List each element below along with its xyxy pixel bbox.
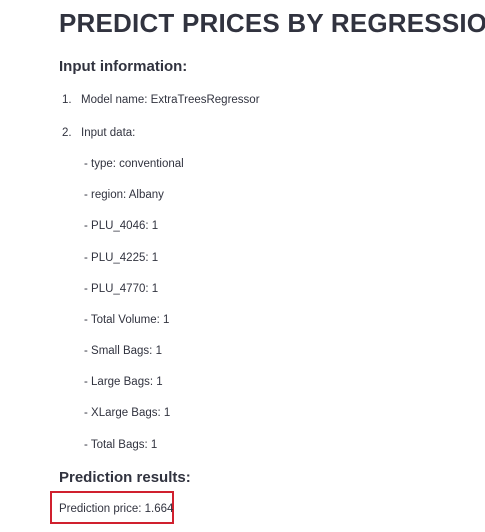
input-plu-4770: - PLU_4770: 1 <box>84 283 159 295</box>
input-type: - type: conventional <box>84 158 184 170</box>
model-name-label: Model name: ExtraTreesRegressor <box>81 94 260 106</box>
page-title: PREDICT PRICES BY REGRESSION <box>59 8 485 38</box>
model-name-item: 1. Model name: ExtraTreesRegressor <box>62 94 260 106</box>
input-plu-4225: - PLU_4225: 1 <box>84 252 159 264</box>
input-plu-4046: - PLU_4046: 1 <box>84 220 159 232</box>
input-data-label: Input data: <box>81 127 136 139</box>
input-total-volume: - Total Volume: 1 <box>84 314 170 326</box>
list-number: 2. <box>62 127 72 139</box>
input-information-heading: Input information: <box>59 58 188 75</box>
input-total-bags: - Total Bags: 1 <box>84 439 158 451</box>
input-data-item: 2. Input data: <box>62 127 135 139</box>
list-number: 1. <box>62 94 72 106</box>
input-large-bags: - Large Bags: 1 <box>84 376 163 388</box>
input-xlarge-bags: - XLarge Bags: 1 <box>84 407 171 419</box>
input-small-bags: - Small Bags: 1 <box>84 345 162 357</box>
input-region: - region: Albany <box>84 189 164 201</box>
prediction-results-heading: Prediction results: <box>59 469 191 486</box>
prediction-price-text: Prediction price: 1.664 <box>59 503 174 515</box>
